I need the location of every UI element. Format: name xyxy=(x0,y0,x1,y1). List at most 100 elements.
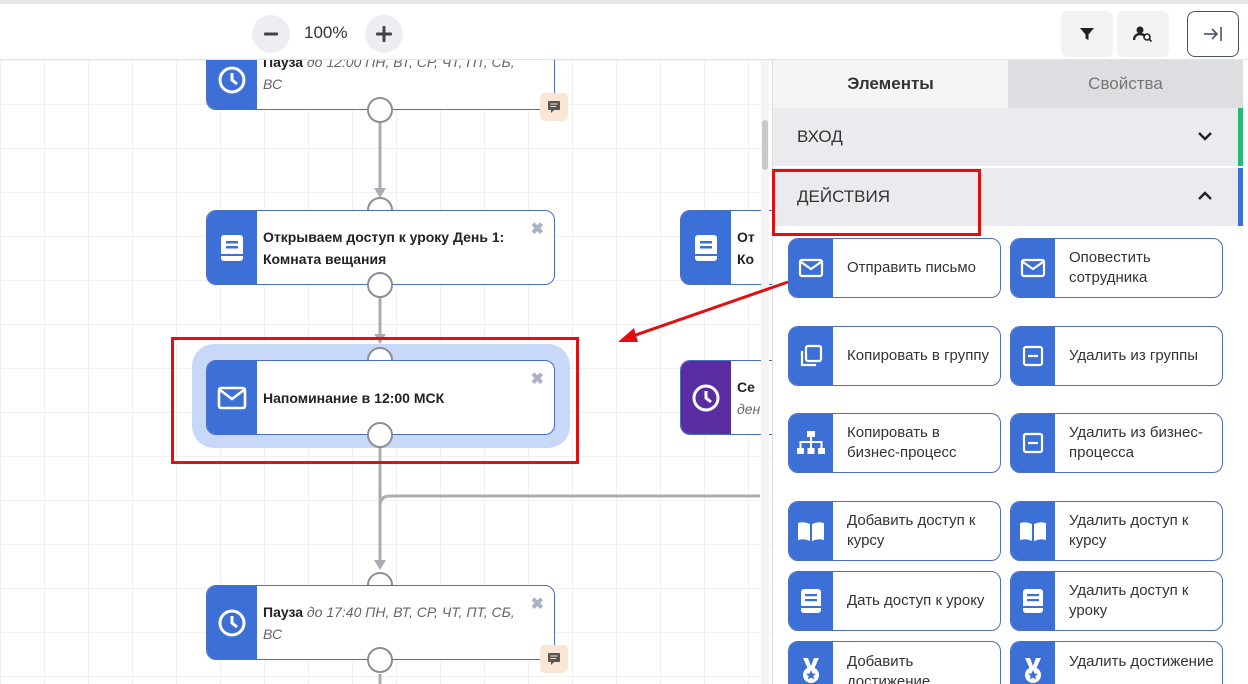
lesson-icon xyxy=(1023,589,1043,613)
node-icon-column xyxy=(681,361,731,434)
action-label: Копировать в группу xyxy=(847,347,989,364)
node-icon-column xyxy=(207,60,257,109)
clock-icon xyxy=(692,384,720,411)
zoom-out-button[interactable] xyxy=(252,15,290,53)
collapse-panel-icon xyxy=(1204,27,1222,41)
filter-button[interactable] xyxy=(1061,11,1113,57)
pause-node-2[interactable]: Се ден xyxy=(680,360,772,435)
action-icon-column xyxy=(1011,414,1055,472)
output-port[interactable] xyxy=(367,647,393,673)
section-entry[interactable]: ВХОД xyxy=(773,108,1243,166)
copy-icon xyxy=(800,344,823,367)
action-icon-column xyxy=(789,414,833,472)
action-icon-column xyxy=(789,642,833,684)
clock-icon xyxy=(218,66,246,94)
book-open-icon xyxy=(798,522,824,541)
lesson-icon xyxy=(801,589,821,613)
action-send-email[interactable]: Отправить письмо xyxy=(788,238,1001,298)
medal-icon xyxy=(803,658,819,683)
chevron-down-icon xyxy=(1198,132,1212,141)
filter-icon xyxy=(1080,28,1094,40)
comment-button[interactable] xyxy=(540,93,568,121)
action-notify-employee[interactable]: Оповестить сотрудника xyxy=(1010,238,1223,298)
org-chart-icon xyxy=(797,431,825,454)
lesson-icon xyxy=(695,234,717,261)
node-detail: до 17:40 ПН, ВТ, СР, ЧТ, ПТ, СБ, xyxy=(306,603,515,620)
comment-button[interactable] xyxy=(540,645,568,673)
medal-icon xyxy=(1025,658,1041,683)
comment-icon xyxy=(548,101,560,113)
section-stripe xyxy=(1238,168,1243,226)
action-label: Удалить из группы xyxy=(1069,347,1199,364)
mail-icon xyxy=(798,258,824,278)
annotation-arrow xyxy=(618,280,789,342)
zoom-level: 100% xyxy=(304,23,348,42)
action-add-achievement[interactable]: Добавить достижение xyxy=(788,641,1001,684)
clock-icon xyxy=(218,609,246,636)
action-copy-to-group[interactable]: Копировать в группу xyxy=(788,326,1001,386)
node-detail: до 12:00 ПН, ВТ, СР, ЧТ, ПТ, СБ, xyxy=(306,60,515,70)
action-label: Удалить из бизнес-процесса xyxy=(1069,424,1203,461)
book-open-icon xyxy=(1020,522,1046,541)
plus-icon xyxy=(376,26,392,42)
action-label: Удалить доступ к уроку xyxy=(1069,582,1189,619)
node-text: Открываем доступ к уроку День 1: Комната… xyxy=(263,211,532,284)
top-toolbar: 100% xyxy=(0,0,1248,60)
mail-icon xyxy=(1020,258,1046,278)
node-detail-2: ВС xyxy=(263,76,283,92)
node-title: Пауза xyxy=(263,603,304,620)
output-port[interactable] xyxy=(367,97,393,123)
action-label: Дать доступ к уроку xyxy=(847,592,985,609)
action-label: Добавить доступ к курсу xyxy=(847,512,976,549)
close-icon[interactable]: ✖ xyxy=(531,594,544,614)
action-icon-column xyxy=(1011,327,1055,385)
user-search-button[interactable] xyxy=(1117,11,1169,57)
action-remove-lesson-access[interactable]: Удалить доступ к уроку xyxy=(1010,571,1223,631)
action-label: Копировать в бизнес-процесс xyxy=(847,424,957,461)
output-port[interactable] xyxy=(367,272,393,298)
node-icon-column xyxy=(207,211,257,284)
tab-properties[interactable]: Свойства xyxy=(1008,60,1243,108)
action-icon-column xyxy=(789,572,833,630)
action-icon-column xyxy=(1011,502,1055,560)
section-label: ВХОД xyxy=(797,127,843,146)
action-icon-column xyxy=(1011,239,1055,297)
action-label: Отправить письмо xyxy=(847,259,977,276)
user-search-icon xyxy=(1133,26,1153,43)
action-grant-lesson-access[interactable]: Дать доступ к уроку xyxy=(788,571,1001,631)
chevron-up-icon xyxy=(1198,191,1212,200)
action-remove-achievement[interactable]: Удалить достижение xyxy=(1010,641,1223,684)
node-title: Открываем доступ к уроку День 1: xyxy=(263,228,505,245)
action-label: Оповестить сотрудника xyxy=(1069,249,1151,286)
comment-icon xyxy=(548,653,560,665)
action-add-course-access[interactable]: Добавить доступ к курсу xyxy=(788,501,1001,561)
node-icon-column xyxy=(207,586,257,659)
node-detail-2: ВС xyxy=(263,625,283,642)
action-icon-column xyxy=(1011,572,1055,630)
action-label: Добавить достижение xyxy=(847,653,931,684)
elements-panel: Элементы Свойства ВХОД ДЕЙСТВИЯ Отправит… xyxy=(772,60,1248,684)
node-title: Пауза xyxy=(263,60,304,70)
lesson-icon xyxy=(221,234,243,261)
node-title-2: Комната вещания xyxy=(263,250,387,267)
action-copy-to-process[interactable]: Копировать в бизнес-процесс xyxy=(788,413,1001,473)
action-label: Удалить доступ к курсу xyxy=(1069,512,1189,549)
minus-box-icon xyxy=(1022,432,1044,454)
tab-elements[interactable]: Элементы xyxy=(773,60,1008,108)
highlight-box-node xyxy=(171,337,579,464)
section-stripe xyxy=(1238,108,1243,166)
action-icon-column xyxy=(1011,642,1055,684)
zoom-in-button[interactable] xyxy=(365,15,403,53)
highlight-box-section xyxy=(772,169,981,236)
collapse-panel-button[interactable] xyxy=(1187,11,1239,57)
action-remove-from-process[interactable]: Удалить из бизнес-процесса xyxy=(1010,413,1223,473)
node-text: Пауза до 12:00 ПН, ВТ, СР, ЧТ, ПТ, СБ, В… xyxy=(263,60,532,109)
action-label: Удалить достижение xyxy=(1069,653,1214,670)
action-remove-from-group[interactable]: Удалить из группы xyxy=(1010,326,1223,386)
close-icon[interactable]: ✖ xyxy=(531,219,544,239)
action-icon-column xyxy=(789,502,833,560)
panel-tabs: Элементы Свойства xyxy=(773,60,1243,108)
scrollbar-thumb[interactable] xyxy=(762,120,768,170)
minus-icon xyxy=(264,32,278,36)
action-remove-course-access[interactable]: Удалить доступ к курсу xyxy=(1010,501,1223,561)
